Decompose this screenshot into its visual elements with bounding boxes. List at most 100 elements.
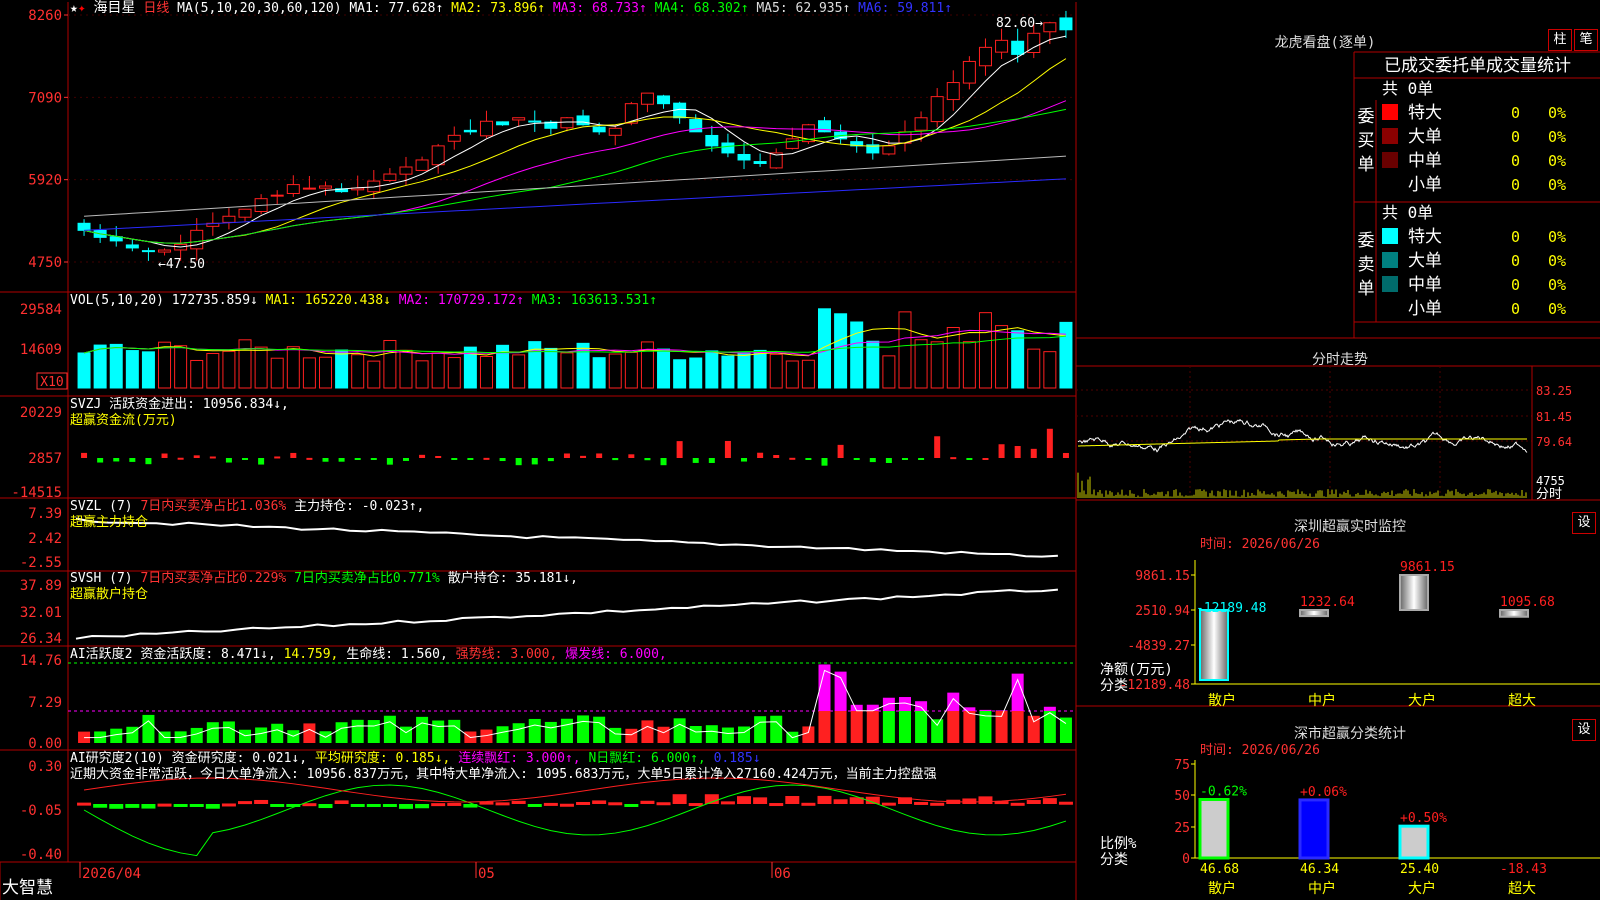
fenlei-value-label: 46.34: [1300, 862, 1339, 877]
activity-bar: [1011, 711, 1024, 743]
svzj-bar: [177, 457, 184, 460]
column-mode-button[interactable]: 柱: [1548, 29, 1572, 51]
activity-bar: [239, 729, 252, 743]
candle-body: [383, 173, 397, 181]
svzl-header: SVZL (7) 7日内买卖净占比1.036% 主力持仓: -0.023↑, 超…: [70, 499, 424, 531]
buy-row-name: 大单: [1408, 127, 1442, 147]
volume-bar: [335, 349, 349, 389]
svzj-bar: [773, 454, 780, 458]
period-label[interactable]: 日线: [143, 1, 169, 16]
candle-body: [238, 208, 252, 218]
volume-bar: [657, 348, 671, 389]
buy-side-label: 单: [1358, 155, 1375, 175]
activity-bar: [190, 727, 203, 743]
volume-bar: [238, 339, 252, 389]
sell-row-swatch: [1382, 276, 1398, 292]
activity-bar: [448, 719, 461, 743]
svzj-name: SVZJ: [70, 397, 102, 412]
volume-bar: [206, 352, 220, 389]
ai2-axis-label: -0.05: [20, 803, 62, 819]
svzj-bar: [596, 453, 603, 458]
volume-bar: [930, 341, 944, 389]
buy-row-percent: 0%: [1548, 176, 1566, 194]
volume-bar: [1043, 351, 1057, 389]
sell-total: 共 0单: [1382, 203, 1433, 222]
volume-bar: [254, 346, 268, 389]
volume-bar: [753, 349, 767, 389]
svzj-bar: [402, 458, 409, 461]
activity-bar: [802, 726, 815, 743]
activity-bar: [593, 716, 606, 743]
sell-side-label: 委: [1358, 231, 1375, 251]
sell-row-percent: 0%: [1548, 228, 1566, 246]
svzj-bar: [290, 452, 297, 458]
tab-traded[interactable]: 已成交: [1384, 56, 1435, 76]
longhu-title: 龙虎看盘(逐单): [1274, 35, 1376, 51]
tick-mode-button[interactable]: 笔: [1574, 29, 1598, 51]
candle-body: [77, 222, 91, 231]
vol-header: VOL(5,10,20) 172735.859↓ MA1: 165220.438…: [70, 293, 657, 309]
candle-body: [978, 46, 992, 67]
research-bar: [93, 804, 108, 808]
volume-bar: [721, 355, 735, 389]
candle-body: [190, 229, 204, 250]
volume-bar: [431, 352, 445, 389]
volume-bar: [882, 355, 896, 389]
volume-bar: [866, 340, 880, 389]
activity-bar: [818, 711, 831, 743]
fenlei-settings-button[interactable]: 设: [1572, 719, 1596, 741]
monitor-axis-label: -12189.48: [1120, 678, 1190, 693]
svzj-bar: [805, 458, 812, 460]
research-bar: [431, 803, 446, 807]
activity-bar: [335, 722, 348, 743]
fenshi-vol-label: 4755: [1536, 474, 1565, 488]
sell-row-percent: 0%: [1548, 252, 1566, 270]
svzj-bar: [338, 458, 345, 462]
research-bar: [254, 799, 269, 804]
candle-body: [705, 134, 719, 147]
fenlei-xlabel: 分类: [1100, 852, 1128, 868]
activity-bar-top: [995, 710, 1008, 711]
candle-body: [158, 249, 172, 253]
svzj-header: SVZJ 活跃资金进出: 10956.834↓, 超赢资金流(万元): [70, 397, 289, 429]
candle-body: [930, 96, 944, 123]
activity-bar: [931, 719, 944, 743]
activity-bar: [206, 722, 219, 743]
svzj-bar: [692, 458, 699, 463]
research-bar: [109, 804, 124, 809]
svzj-bar: [274, 456, 281, 459]
ai2-axis-label: 0.30: [28, 759, 62, 775]
volume-bar: [978, 312, 992, 389]
monitor-value-label: 1232.64: [1300, 595, 1355, 610]
research-bar: [688, 803, 703, 807]
buy-side-label: 委: [1358, 107, 1375, 127]
research-bar: [366, 804, 381, 808]
monitor-settings-button[interactable]: 设: [1572, 512, 1596, 534]
svzj-bar: [209, 456, 216, 459]
fenlei-category-label: 中户: [1308, 880, 1336, 897]
monitor-category-label: 超大: [1508, 693, 1536, 709]
candle-body: [528, 120, 542, 123]
activity-bar: [657, 726, 670, 743]
volume-bar: [399, 349, 413, 389]
tab-orders[interactable]: 委托单: [1435, 56, 1486, 76]
ai1-b: 14.759,: [283, 647, 339, 662]
svzj-bar: [853, 458, 860, 460]
svzj-bar: [789, 457, 796, 460]
price-axis-label: 7090: [28, 90, 62, 106]
candle-body: [721, 142, 735, 154]
volume-bar: [1059, 321, 1073, 389]
volume-bar: [995, 325, 1009, 389]
sell-side-label: 卖: [1358, 255, 1375, 275]
volume-bar: [1011, 330, 1025, 389]
activity-bar: [416, 716, 429, 743]
activity-bar: [399, 726, 412, 743]
research-bar: [672, 794, 687, 804]
tab-volume-stats[interactable]: 成交量统计: [1486, 56, 1571, 76]
app-logo: 大智慧: [2, 878, 53, 898]
ai1-a: 资金活跃度: 8.471↓,: [140, 647, 276, 662]
svzj-bar: [161, 453, 168, 458]
buy-row-name: 中单: [1408, 151, 1442, 171]
svzj-bar: [435, 455, 442, 458]
activity-bar: [560, 718, 573, 743]
